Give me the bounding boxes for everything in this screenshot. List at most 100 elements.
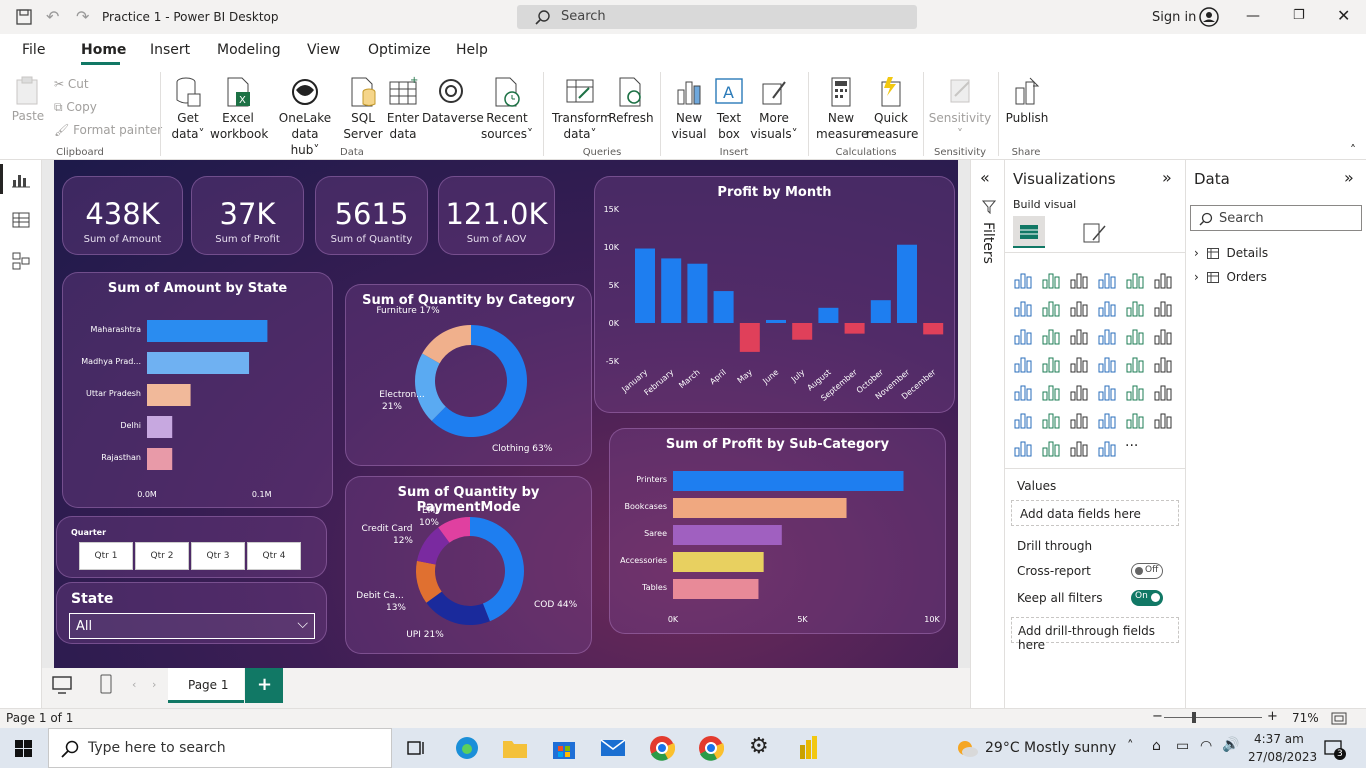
table-orders[interactable]: › Orders [1194,270,1267,284]
zoom-slider[interactable] [1164,717,1262,718]
power-automate-icon[interactable] [1041,438,1061,458]
transform-data-button[interactable]: Transform data˅ [552,76,612,142]
chevron-visual-icon[interactable] [1097,438,1117,458]
next-page-icon[interactable]: › [152,678,156,691]
sensitivity-button[interactable]: Sensitivity ˅ [928,76,992,142]
expand-filters-icon[interactable]: « [980,168,990,187]
keep-filters-toggle[interactable]: On [1131,590,1163,606]
line-clustered-column-icon[interactable] [1125,298,1145,318]
zoom-out-icon[interactable]: − [1152,709,1163,724]
add-page-button[interactable]: + [245,668,283,703]
data-search-input[interactable]: Search [1190,205,1362,231]
close-icon[interactable]: ✕ [1337,6,1350,25]
more-visuals-button[interactable]: More visuals˅ [748,76,800,142]
slicer-icon[interactable] [1041,382,1061,402]
windows-start-icon[interactable] [15,740,32,757]
model-view-icon[interactable] [12,252,30,270]
ribbon-icon[interactable] [1153,298,1173,318]
goals-icon[interactable] [1125,410,1145,430]
kpi-card-aov[interactable]: 121.0K Sum of AOV [438,176,555,255]
build-visual-tab[interactable] [1013,216,1045,248]
meet-now-icon[interactable]: ⌂ [1152,738,1161,754]
quantity-by-category-chart[interactable]: Sum of Quantity by Category Clothing 63%… [345,284,592,466]
table-details[interactable]: › Details [1194,246,1268,260]
r-visual-icon[interactable] [1125,382,1145,402]
onelake-hub-button[interactable]: OneLake data hub˅ [266,76,344,158]
menu-home[interactable]: Home [81,42,126,58]
treemap-icon[interactable] [1153,326,1173,346]
menu-optimize[interactable]: Optimize [368,42,431,58]
get-data-button[interactable]: Get data˅ [168,76,208,142]
excel-workbook-button[interactable]: X Excel workbook [210,76,268,142]
dataverse-button[interactable]: Dataverse [422,76,484,126]
show-hidden-icons-icon[interactable]: ˄ [1127,739,1134,754]
line-column-icon[interactable] [1097,298,1117,318]
paginated-report-icon[interactable] [1153,410,1173,430]
search-input[interactable]: Search [517,5,917,29]
collapse-pane-icon[interactable]: » [1162,168,1172,187]
profit-by-month-chart[interactable]: Profit by Month 15K 10K 5K 0K -5K January Febr… [594,176,955,413]
smart-narrative-icon[interactable] [1097,410,1117,430]
scatter-icon[interactable] [1069,326,1089,346]
kpi-card-amount[interactable]: 438K Sum of Amount [62,176,183,255]
collapse-ribbon-icon[interactable]: ˄ [1350,143,1356,157]
quarter-button[interactable]: Qtr 2 [135,542,189,570]
menu-file[interactable]: File [22,42,45,58]
user-avatar-icon[interactable] [1199,7,1219,27]
publish-button[interactable]: Publish [1004,76,1050,126]
map-icon[interactable] [1013,354,1033,374]
task-view-icon[interactable] [406,738,428,758]
stacked-column-icon[interactable] [1041,270,1061,290]
kpi-icon[interactable] [1013,382,1033,402]
power-bi-icon[interactable] [798,735,820,761]
cross-report-toggle[interactable]: Off [1131,563,1163,579]
quarter-button[interactable]: Qtr 4 [247,542,301,570]
mobile-layout-icon[interactable] [100,674,112,694]
qa-icon[interactable] [1069,410,1089,430]
menu-view[interactable]: View [307,42,340,58]
refresh-button[interactable]: Refresh [608,76,654,126]
quarter-button[interactable]: Qtr 1 [79,542,133,570]
sql-server-button[interactable]: SQL Server [343,76,383,142]
minimize-icon[interactable]: — [1246,8,1260,24]
menu-help[interactable]: Help [456,42,488,58]
menu-modeling[interactable]: Modeling [217,42,281,58]
python-visual-icon[interactable] [1153,382,1173,402]
waterfall-icon[interactable] [1013,326,1033,346]
file-explorer-icon[interactable] [502,736,528,760]
weather-text[interactable]: 29°C Mostly sunny [985,740,1116,756]
pie-icon[interactable] [1097,326,1117,346]
wifi-icon[interactable]: ◠ [1200,738,1212,754]
donut-icon[interactable] [1125,326,1145,346]
volume-icon[interactable]: 🔊 [1222,737,1239,753]
clock-time[interactable]: 4:37 am [1254,732,1304,746]
redo-icon[interactable]: ↷ [76,7,89,26]
card-icon[interactable] [1125,354,1145,374]
report-view-icon[interactable] [12,172,30,188]
decomposition-tree-icon[interactable] [1041,410,1061,430]
prev-page-icon[interactable]: ‹ [132,678,136,691]
settings-gear-icon[interactable]: ⚙ [749,734,769,759]
azure-map-icon[interactable] [1069,354,1089,374]
key-influencers-icon[interactable] [1013,410,1033,430]
100-bar-icon[interactable] [1125,270,1145,290]
kpi-card-profit[interactable]: 37K Sum of Profit [191,176,304,255]
edge-icon[interactable] [454,736,480,760]
profit-by-subcategory-chart[interactable]: Sum of Profit by Sub-Category Printers Bo… [609,428,946,634]
clustered-bar-icon[interactable] [1069,270,1089,290]
enter-data-button[interactable]: + Enter data [384,76,422,142]
multi-row-card-icon[interactable] [1153,354,1173,374]
clock-date[interactable]: 27/08/2023 [1248,750,1317,764]
zoom-slider-thumb[interactable] [1192,712,1196,723]
kpi-card-quantity[interactable]: 5615 Sum of Quantity [315,176,428,255]
mail-icon[interactable] [600,738,626,758]
new-visual-button[interactable]: New visual [668,76,710,142]
state-dropdown[interactable]: All ⌵ [69,613,315,639]
menu-insert[interactable]: Insert [150,42,190,58]
table-view-icon[interactable] [12,212,30,228]
cut-button[interactable]: ✂ Cut [54,76,89,92]
chrome-icon[interactable] [649,735,675,761]
more-visuals-ellipsis[interactable]: ··· [1125,438,1138,454]
quarter-button[interactable]: Qtr 3 [191,542,245,570]
funnel-icon[interactable] [1041,326,1061,346]
